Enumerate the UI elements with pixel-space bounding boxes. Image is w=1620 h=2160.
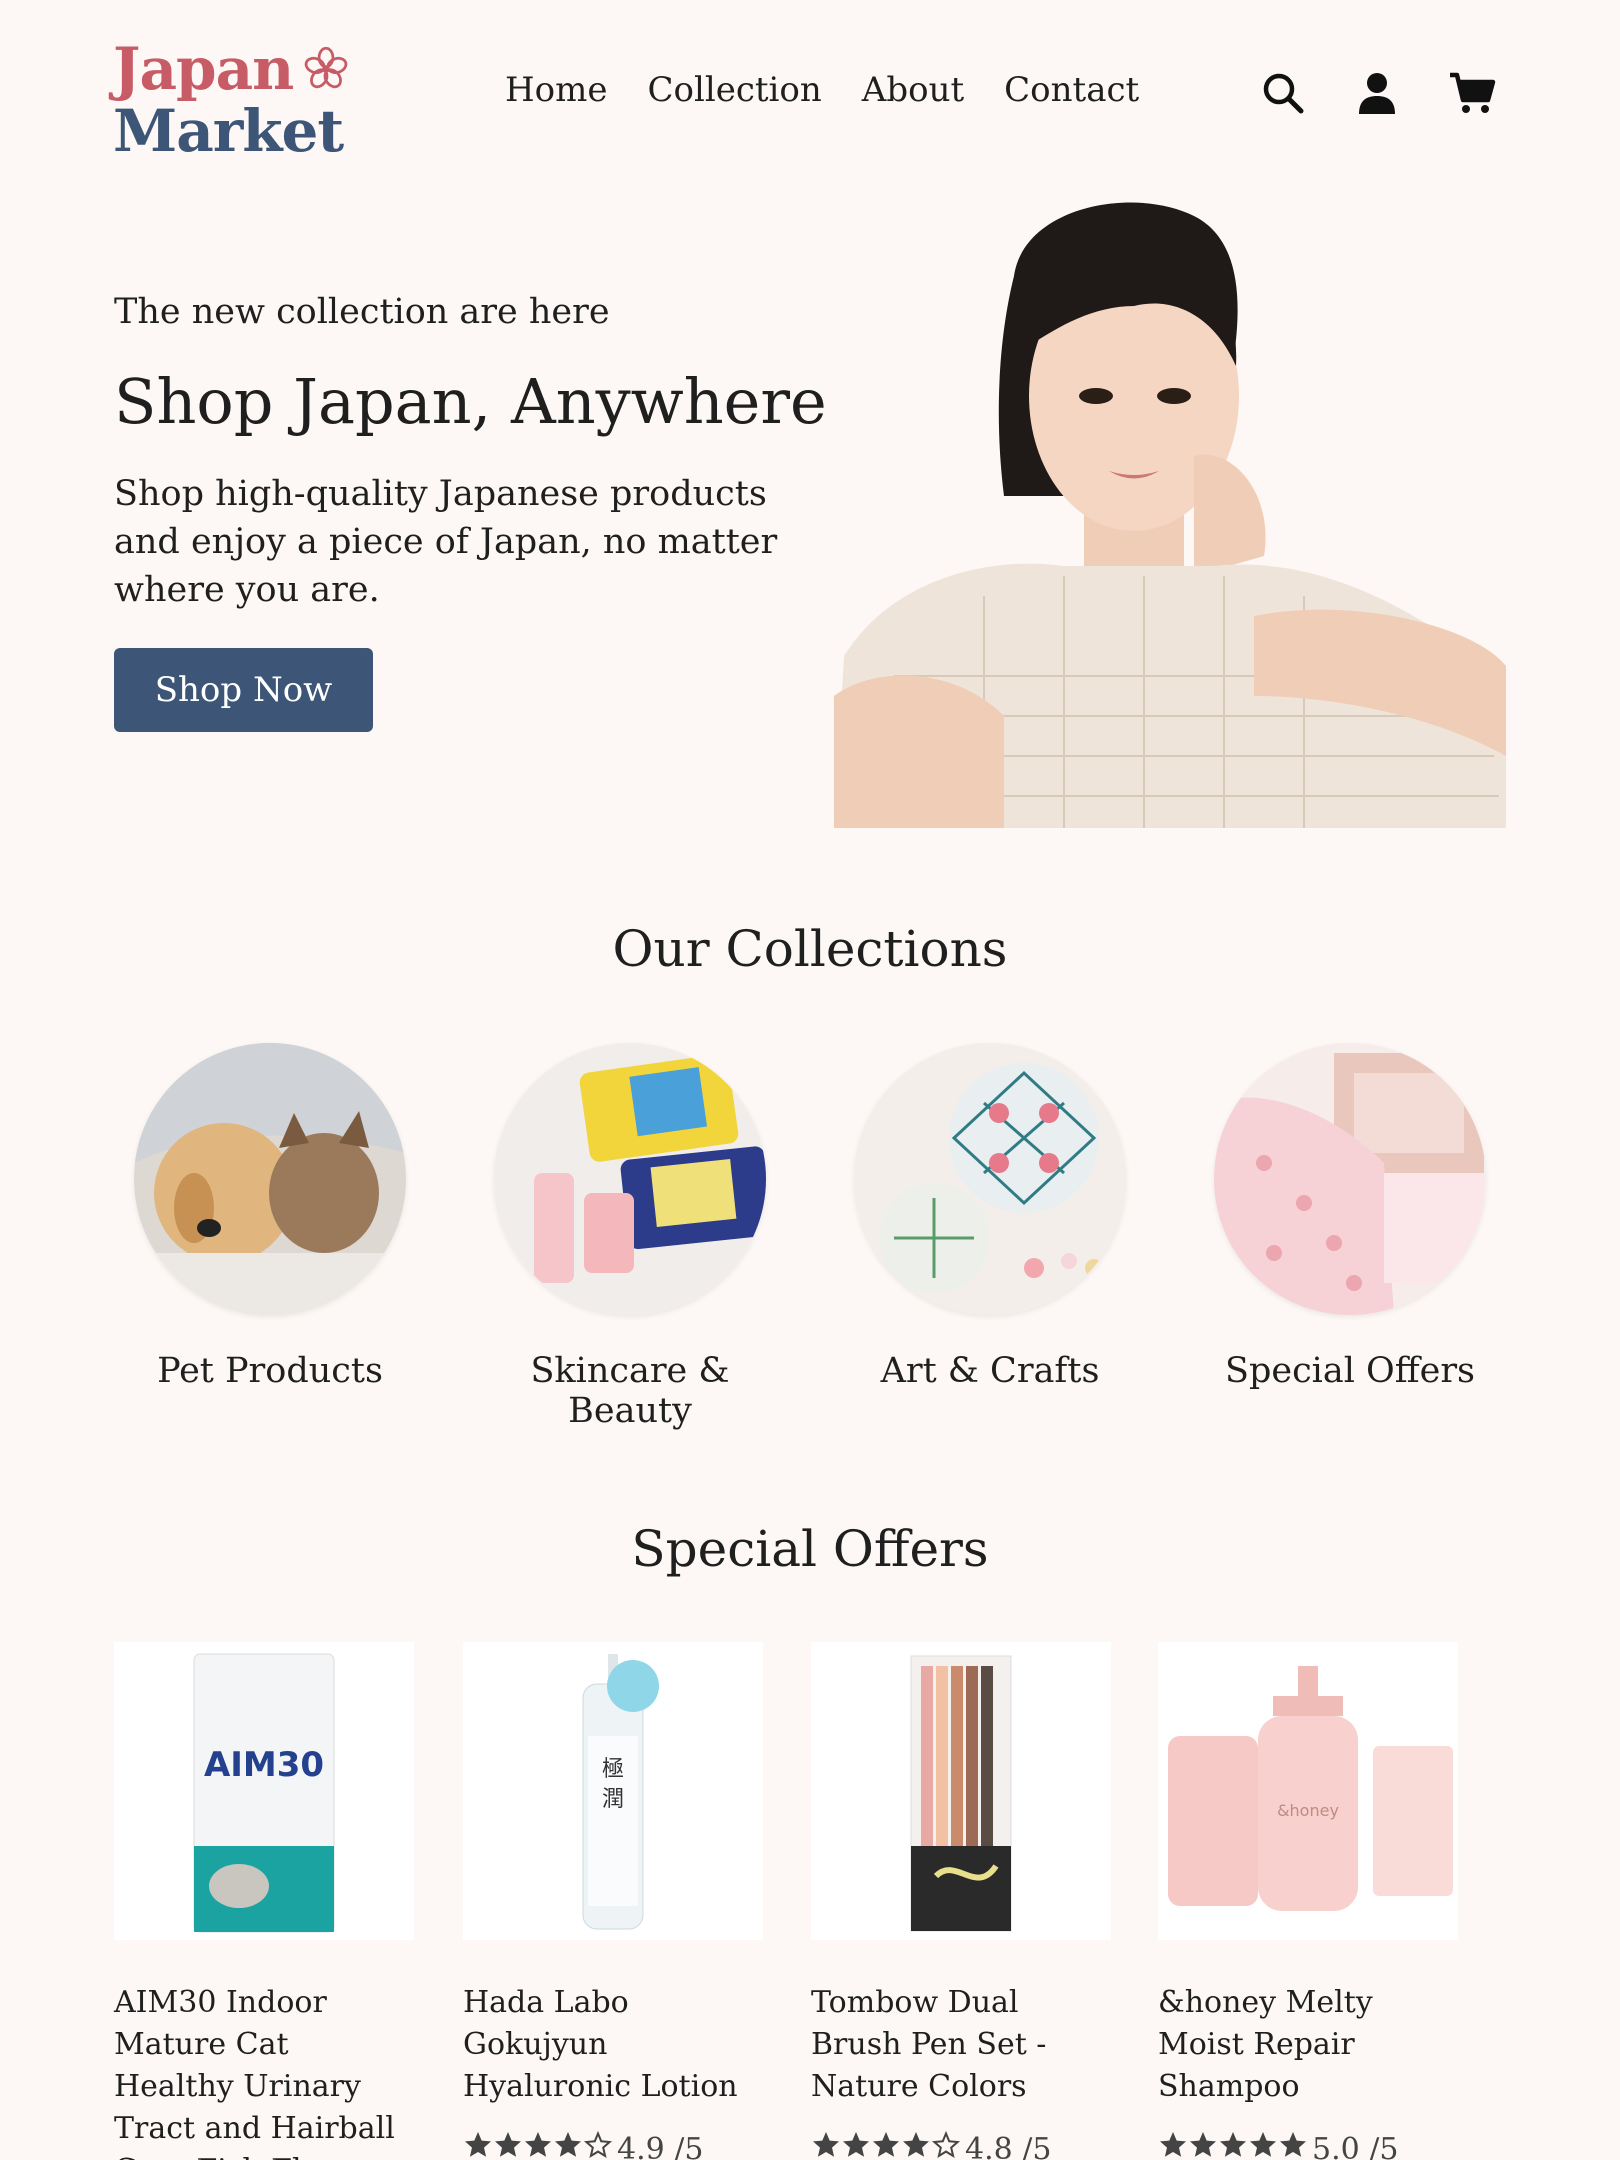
brand-name-line1: Japan	[113, 35, 294, 103]
nav-collection[interactable]: Collection	[647, 70, 821, 110]
product-rating: 5.0 /5	[1158, 2130, 1458, 2160]
product-card[interactable]: Tombow Dual Brush Pen Set - Nature Color…	[811, 1642, 1111, 2160]
star-filled-icon	[1188, 2130, 1218, 2160]
product-name: &honey Melty Moist Repair Shampoo	[1158, 1985, 1373, 2104]
collection-label: Special Offers	[1224, 1351, 1476, 1391]
special-offers-title: Special Offers	[631, 1520, 989, 1578]
svg-text:AIM30: AIM30	[204, 1745, 324, 1785]
page: Japan Market Home Collection About Conta…	[0, 0, 1620, 2160]
cart-icon[interactable]	[1448, 70, 1496, 116]
skincare-beauty-image	[494, 1043, 766, 1315]
star-filled-icon	[553, 2130, 583, 2160]
star-filled-icon	[1278, 2130, 1308, 2160]
brand-logo[interactable]: Japan Market	[113, 38, 373, 162]
rating-stars	[463, 2130, 613, 2160]
product-card[interactable]: AIM30 AIM30 Indoor Mature Cat Healthy Ur…	[114, 1642, 414, 2160]
collection-label: Pet Products	[157, 1351, 383, 1391]
rating-stars	[811, 2130, 961, 2160]
product-card[interactable]: 極 潤 Hada Labo Gokujyun Hyaluronic Lotion…	[463, 1642, 763, 2160]
sakura-icon	[305, 46, 348, 89]
art-crafts-image	[854, 1043, 1126, 1315]
main-nav: Home Collection About Contact	[505, 70, 1139, 110]
star-empty-icon	[583, 2130, 613, 2160]
star-filled-icon	[1218, 2130, 1248, 2160]
product-image: &honey	[1158, 1642, 1458, 1940]
collection-special-offers[interactable]: Special Offers	[1185, 1043, 1515, 1391]
hero-title: Shop Japan, Anywhere	[114, 365, 827, 438]
product-rating: 4.9 /5	[463, 2130, 763, 2160]
search-icon[interactable]	[1260, 70, 1306, 116]
collection-skincare-beauty[interactable]: Skincare & Beauty	[465, 1043, 795, 1431]
star-filled-icon	[811, 2130, 841, 2160]
star-filled-icon	[841, 2130, 871, 2160]
user-icon[interactable]	[1354, 70, 1400, 116]
nav-about[interactable]: About	[862, 70, 964, 110]
product-name: AIM30 Indoor Mature Cat Healthy Urinary …	[114, 1985, 395, 2160]
rating-value: 4.9 /5	[617, 2131, 704, 2160]
svg-text:&honey: &honey	[1277, 1801, 1339, 1820]
collections-title: Our Collections	[612, 920, 1008, 978]
rating-value: 4.8 /5	[965, 2131, 1052, 2160]
star-filled-icon	[493, 2130, 523, 2160]
rating-stars	[1158, 2130, 1308, 2160]
product-name: Hada Labo Gokujyun Hyaluronic Lotion	[463, 1985, 738, 2104]
star-filled-icon	[1158, 2130, 1188, 2160]
product-image	[811, 1642, 1111, 1940]
nav-home[interactable]: Home	[505, 70, 607, 110]
special-offers-image	[1214, 1043, 1486, 1315]
star-filled-icon	[1248, 2130, 1278, 2160]
star-empty-icon	[931, 2130, 961, 2160]
star-filled-icon	[901, 2130, 931, 2160]
brand-name-line2: Market	[113, 97, 344, 165]
star-filled-icon	[463, 2130, 493, 2160]
collection-label: Art & Crafts	[880, 1351, 1100, 1391]
nav-contact[interactable]: Contact	[1004, 70, 1139, 110]
hero-model-image	[834, 196, 1506, 828]
rating-value: 5.0 /5	[1312, 2131, 1399, 2160]
hero-description: Shop high-quality Japanese products and …	[114, 474, 778, 610]
shop-now-button[interactable]: Shop Now	[114, 648, 373, 732]
header-actions	[1260, 70, 1496, 116]
star-filled-icon	[871, 2130, 901, 2160]
product-image: AIM30	[114, 1642, 414, 1940]
product-rating: 4.8 /5	[811, 2130, 1111, 2160]
product-image: 極 潤	[463, 1642, 763, 1940]
product-name: Tombow Dual Brush Pen Set - Nature Color…	[811, 1985, 1047, 2104]
collection-label: Skincare & Beauty	[530, 1351, 730, 1431]
svg-text:極: 極	[602, 1757, 624, 1782]
pet-products-image	[134, 1043, 406, 1315]
collection-pet-products[interactable]: Pet Products	[105, 1043, 435, 1391]
star-filled-icon	[523, 2130, 553, 2160]
collection-art-crafts[interactable]: Art & Crafts	[825, 1043, 1155, 1391]
product-card[interactable]: &honey &honey Melty Moist Repair Shampoo…	[1158, 1642, 1458, 2160]
svg-text:潤: 潤	[602, 1787, 624, 1812]
hero-subtitle: The new collection are here	[114, 292, 610, 332]
